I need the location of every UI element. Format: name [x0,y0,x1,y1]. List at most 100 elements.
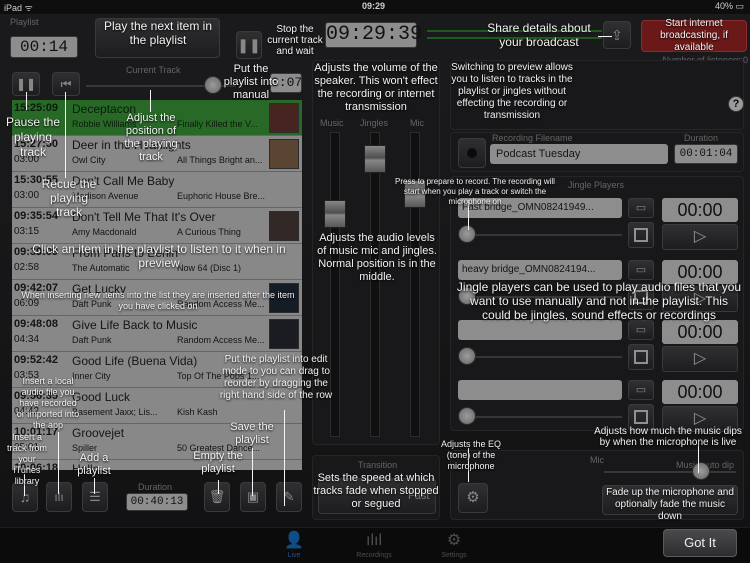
help-fade-up: Fade up the microphone and optionally fa… [606,487,734,522]
help-dips: Adjusts how much the music dips by when … [594,426,742,448]
playlist-duration: 00:40:13 [126,493,188,511]
waveform-icon: ılı [54,490,64,504]
status-time: 09:29 [362,1,386,11]
jingles-fader[interactable] [370,132,380,437]
album-art [269,139,299,169]
help-stop-current: Stop the current track and wait [267,24,323,57]
mixer-label-mic: Mic [410,118,424,128]
edit-playlist-button[interactable]: ✎ [276,482,302,512]
stop-button[interactable]: ❚❚ [236,31,262,59]
help-save: Save the playlist [230,421,274,446]
folder-icon: ▭ [635,202,647,214]
add-playlist-button[interactable]: ☰ [82,482,108,512]
jingle-time: 00:00 [662,380,738,404]
recording-filename-label: Recording Filename [492,133,573,143]
callout-line [26,92,27,110]
callout-line [284,410,285,506]
jingle-play-button[interactable]: ▷ [662,346,738,372]
help-add-playlist: Add a playlist [77,452,111,477]
help-edit-mode: Put the playlist into edit mode to you c… [219,354,333,401]
jingle-folder-button[interactable]: ▭ [628,198,654,218]
auto-dip-slider[interactable] [604,471,736,473]
play-icon: ▷ [693,410,707,427]
record-button[interactable] [458,138,486,168]
trash-icon: 🗑 [208,489,226,504]
pencil-icon: ✎ [283,489,295,504]
row-title: Give Life Back to Music [72,318,198,332]
help-position: Adjust the position of the playing track [124,112,178,163]
music-note-icon: ♫ [19,489,31,505]
stop-icon [634,228,648,242]
jingle-volume-knob[interactable] [458,225,476,243]
person-icon: 👤 [284,532,304,549]
recording-duration: 00:01:04 [674,144,738,164]
music-fader-knob[interactable] [324,200,346,228]
got-it-button[interactable]: Got It [663,529,737,557]
rewind-icon: ⏮ [60,77,72,91]
play-icon: ▷ [693,228,707,245]
jingle-file-name[interactable]: heavy bridge_OMN0824194... [458,260,622,280]
help-share: Share details about your broadcast [487,21,591,49]
battery-indicator: 40% ▭ [714,1,744,11]
row-title: Don't Tell Me That It's Over [72,210,216,224]
playlist-row[interactable]: 09:48:08 04:34 Give Life Back to Music Daft… [12,316,302,352]
auto-dip-knob[interactable] [692,462,710,480]
recue-button[interactable]: ⏮ [52,72,80,96]
help-jingles: Jingle players can be used to play audio… [456,280,742,322]
playlist-timer: 00:14 [10,36,78,58]
row-album: A Curious Thing [177,227,241,237]
help-insert-new: When inserting new items into the list t… [21,290,295,311]
empty-playlist-button[interactable]: 🗑 [204,482,230,512]
jingle-time: 00:00 [662,320,738,344]
jingle-stop-button[interactable] [628,222,654,248]
clock-display: 09:29:39 [325,22,423,48]
jingle-volume-slider[interactable] [466,416,622,418]
callout-line [698,445,699,473]
current-track-label: Current Track [126,65,181,75]
callout-line [598,36,612,37]
jingle-folder-button[interactable]: ▭ [628,320,654,340]
stop-icon: ❚❚ [237,37,261,53]
help-speaker-volume: Adjusts the volume of the speaker. This … [314,62,438,113]
recording-filename-field[interactable]: Podcast Tuesday [490,144,668,164]
help-recue: Recue the playing track [41,177,97,219]
tab-recordings[interactable]: ılıl Recordings [344,531,404,559]
callout-line [58,432,59,494]
waveform-icon: ılıl [366,532,382,549]
jingle-folder-button[interactable]: ▭ [628,380,654,400]
gear-icon: ⚙ [446,532,462,549]
help-empty: Empty the playlist [193,450,243,475]
help-click-item: Click an item in the playlist to listen … [32,242,286,270]
help-local-audio: Insert a local audio file you have recor… [16,376,80,430]
jingle-file-name[interactable] [458,320,622,340]
status-bar: iPad ᯤ 09:29 40% ▭ [0,0,750,14]
jingle-folder-button[interactable]: ▭ [628,260,654,280]
share-button[interactable]: ⇪ [603,21,631,49]
row-start-time: 15:25:09 [14,102,59,114]
help-button[interactable]: ? [728,96,744,112]
jingle-volume-knob[interactable] [458,407,476,425]
callout-line [94,478,95,494]
jingle-file-name[interactable] [458,380,622,400]
duration-label: Duration [138,482,173,492]
tab-settings[interactable]: ⚙ Settings [424,531,484,559]
save-playlist-button[interactable]: ▣ [240,482,266,512]
mic-eq-button[interactable]: ⚙ [458,483,488,513]
jingle-volume-slider[interactable] [466,356,622,358]
jingle-stop-button[interactable] [628,344,654,370]
jingles-fader-knob[interactable] [364,145,386,173]
row-artist: Inner City [72,371,111,381]
stop-icon [634,350,648,364]
row-duration: 03:15 [14,226,40,237]
help-fade-speed: Sets the speed at which tracks fade when… [313,472,439,510]
jingle-play-button[interactable]: ▷ [662,224,738,250]
jingle-volume-knob[interactable] [458,347,476,365]
album-art [269,211,299,241]
jingle-volume-slider[interactable] [466,234,622,236]
row-start-time: 09:48:08 [14,318,59,330]
row-album: Kish Kash [177,407,218,417]
playlist-row[interactable]: 10:06:1803:08Hello [12,460,302,470]
row-album: Finally Killed the V... [177,119,258,129]
folder-icon: ▭ [635,384,647,396]
tab-live[interactable]: 👤 Live [264,531,324,559]
